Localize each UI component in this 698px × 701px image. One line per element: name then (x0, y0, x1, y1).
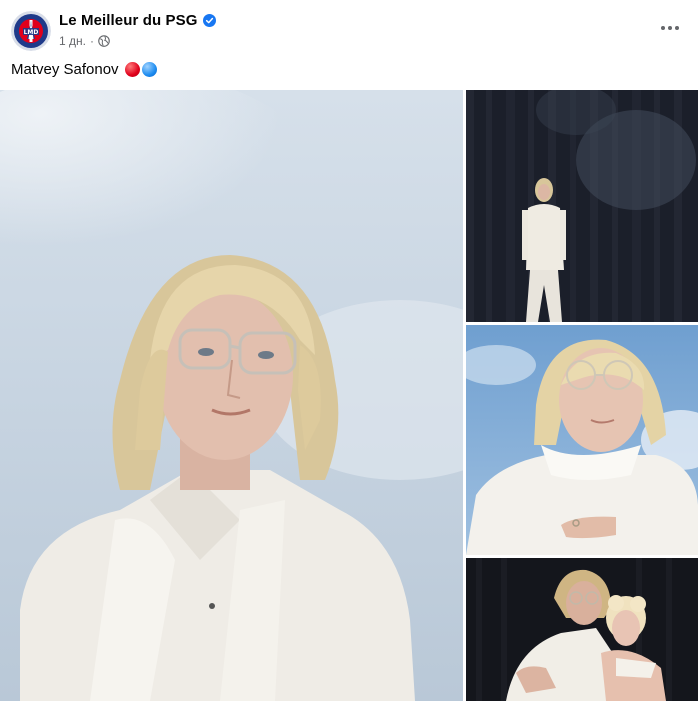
caption-text: Matvey Safonov (11, 61, 119, 78)
red-circle-emoji (124, 62, 140, 77)
blue-circle-emoji (141, 62, 157, 77)
page-avatar[interactable]: LMD (11, 11, 51, 51)
more-options-button[interactable] (656, 18, 684, 38)
photo-gallery (0, 90, 698, 701)
page-name[interactable]: Le Meilleur du PSG (59, 12, 198, 29)
photo-side-3[interactable] (466, 558, 698, 701)
post-meta: 1 дн. · (59, 34, 110, 48)
photo-side-2[interactable] (466, 325, 698, 555)
more-dot (668, 26, 672, 30)
more-dot (675, 26, 679, 30)
globe-icon[interactable] (98, 35, 110, 47)
verified-badge-icon (202, 14, 216, 27)
post-timestamp[interactable]: 1 дн. (59, 34, 86, 48)
more-dot (661, 26, 665, 30)
photo-main[interactable] (0, 90, 463, 701)
photo-side-1[interactable] (466, 90, 698, 322)
post-caption: Matvey Safonov (11, 61, 157, 78)
meta-separator: · (89, 34, 94, 48)
page-name-row: Le Meilleur du PSG (59, 12, 216, 29)
svg-text:LMD: LMD (24, 29, 39, 36)
post-header: LMD Le Meilleur du PSG 1 дн. · (0, 0, 698, 56)
